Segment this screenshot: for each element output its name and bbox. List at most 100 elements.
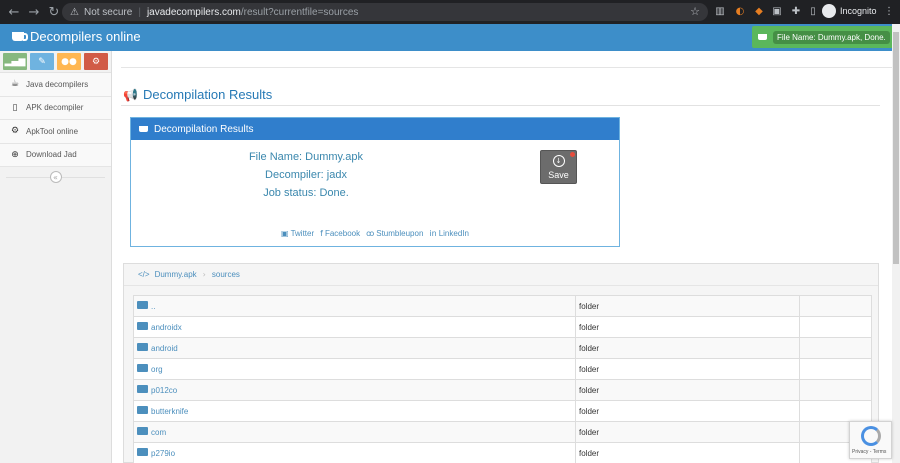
bullhorn-icon: 📢	[123, 87, 138, 102]
file-type-cell: folder	[575, 337, 800, 359]
coffee-icon	[12, 32, 28, 41]
file-name-cell[interactable]: p012co	[133, 379, 576, 401]
scrollbar-thumb[interactable]	[893, 32, 899, 264]
collapse-chevron-icon[interactable]: «	[49, 171, 62, 183]
sidebar: ▂▄▆ ✎ ●● ⚙ ☕ Java decompilers ▯ APK deco…	[0, 51, 112, 463]
incognito-icon	[822, 4, 836, 18]
table-row[interactable]: .. folder	[133, 295, 872, 317]
folder-icon	[137, 406, 148, 415]
coffee-icon	[139, 126, 148, 132]
save-label: Save	[548, 169, 569, 180]
main-content: 📢 Decompilation Results Decompilation Re…	[113, 51, 892, 463]
incognito-indicator[interactable]: Incognito	[822, 4, 877, 18]
file-extra-cell	[799, 400, 872, 422]
folder-icon	[137, 385, 148, 394]
breadcrumb: </> Dummy.apk › sources	[124, 264, 878, 286]
back-arrow-icon[interactable]: ←	[4, 5, 24, 20]
table-row[interactable]: com folder	[133, 421, 872, 443]
file-extra-cell	[799, 379, 872, 401]
file-name: android	[151, 343, 178, 353]
linkedin-icon: in	[429, 229, 437, 238]
breadcrumb-item[interactable]: Dummy.apk	[155, 270, 197, 279]
page-scrollbar[interactable]	[892, 24, 900, 463]
folder-icon	[137, 448, 148, 457]
file-name-cell[interactable]: butterknife	[133, 400, 576, 422]
folder-icon	[137, 301, 148, 310]
brand[interactable]: Decompilers online	[12, 29, 141, 44]
table-row[interactable]: p279io folder	[133, 442, 872, 463]
share-linkedin-link[interactable]: in LinkedIn	[429, 229, 469, 238]
save-button[interactable]: ↓ Save	[540, 150, 577, 184]
file-name: ..	[151, 301, 156, 311]
folder-icon	[137, 364, 148, 373]
file-type-cell: folder	[575, 442, 800, 463]
file-type-cell: folder	[575, 379, 800, 401]
table-row[interactable]: org folder	[133, 358, 872, 380]
sidebar-shortcuts: ▂▄▆ ✎ ●● ⚙	[0, 51, 111, 73]
share-facebook-link[interactable]: f Facebook	[320, 229, 360, 238]
folder-icon	[137, 343, 148, 352]
metamask-icon[interactable]: ◆	[752, 5, 766, 19]
separator: |	[138, 6, 141, 18]
table-row[interactable]: p012co folder	[133, 379, 872, 401]
download-icon: ⊕	[11, 149, 19, 160]
stumbleupon-icon: ꝏ	[366, 229, 375, 238]
sidebar-item-apk-decompiler[interactable]: ▯ APK decompiler	[0, 96, 111, 120]
pencil-icon[interactable]: ✎	[30, 53, 54, 70]
file-name-cell[interactable]: ..	[133, 295, 576, 317]
social-label: LinkedIn	[438, 229, 469, 238]
coffee-icon: ☕	[10, 79, 20, 90]
file-name-cell[interactable]: org	[133, 358, 576, 380]
results-widget-title: Decompilation Results	[154, 123, 254, 135]
folder-icon	[137, 322, 148, 331]
share-twitter-link[interactable]: ▣ Twitter	[281, 229, 314, 238]
breadcrumb-item[interactable]: sources	[212, 270, 240, 279]
code-icon: </>	[138, 270, 150, 279]
file-type-cell: folder	[575, 421, 800, 443]
file-name-cell[interactable]: com	[133, 421, 576, 443]
divider	[121, 105, 880, 106]
browser-toolbar: ← → ↻ ⚠ Not secure | javadecompilers.com…	[0, 0, 900, 24]
extension-icon[interactable]: ▣	[770, 5, 784, 19]
sidebar-item-label: Java decompilers	[26, 79, 89, 89]
mobile-icon: ▯	[12, 102, 18, 113]
sidebar-item-java-decompilers[interactable]: ☕ Java decompilers	[0, 73, 111, 97]
share-stumbleupon-link[interactable]: ꝏ Stumbleupon	[366, 229, 423, 238]
sidepanel-icon[interactable]: ▯	[806, 5, 820, 19]
bookmark-star-icon[interactable]: ☆	[690, 5, 700, 18]
file-table: .. folder androidx folder android folder org fo…	[133, 295, 872, 463]
twitter-icon: ▣	[281, 229, 289, 238]
job-status-badge[interactable]: File Name: Dummy.apk, Done.	[752, 26, 896, 48]
sidebar-item-label: Download Jad	[26, 150, 77, 160]
recaptcha-badge[interactable]: Privacy - Terms	[849, 421, 892, 459]
sidebar-collapse: «	[0, 167, 111, 187]
table-row[interactable]: android folder	[133, 337, 872, 359]
forward-arrow-icon[interactable]: →	[24, 5, 44, 20]
sidebar-item-apktool-online[interactable]: ⚙ ApkTool online	[0, 120, 111, 144]
file-name-cell[interactable]: androidx	[133, 316, 576, 338]
coffee-icon	[758, 34, 767, 40]
extension-icon[interactable]: ▥	[713, 5, 727, 19]
decompiler-text: Decompiler: jadx	[265, 169, 347, 181]
menu-kebab-icon[interactable]: ⋮	[882, 5, 896, 19]
file-extra-cell	[799, 358, 872, 380]
users-icon[interactable]: ●●	[57, 53, 81, 70]
signal-icon[interactable]: ▂▄▆	[3, 53, 27, 70]
table-row[interactable]: butterknife folder	[133, 400, 872, 422]
file-name: p012co	[151, 385, 178, 395]
sidebar-item-download-jad[interactable]: ⊕ Download Jad	[0, 143, 111, 167]
puzzle-icon[interactable]: ✚	[789, 5, 803, 19]
extension-icon[interactable]: ◐	[733, 5, 747, 19]
social-label: Twitter	[290, 229, 315, 238]
file-name-cell[interactable]: p279io	[133, 442, 576, 463]
file-browser: </> Dummy.apk › sources .. folder androidx…	[123, 263, 879, 463]
cogs-icon[interactable]: ⚙	[84, 53, 108, 70]
table-row[interactable]: androidx folder	[133, 316, 872, 338]
social-label: Facebook	[324, 229, 361, 238]
divider	[121, 67, 892, 68]
job-status-line: Job status: Done.	[263, 187, 349, 199]
warning-icon: ⚠	[70, 6, 79, 18]
reload-icon[interactable]: ↻	[44, 5, 64, 20]
file-name-cell[interactable]: android	[133, 337, 576, 359]
address-bar[interactable]: ⚠ Not secure | javadecompilers.com /resu…	[62, 3, 708, 21]
